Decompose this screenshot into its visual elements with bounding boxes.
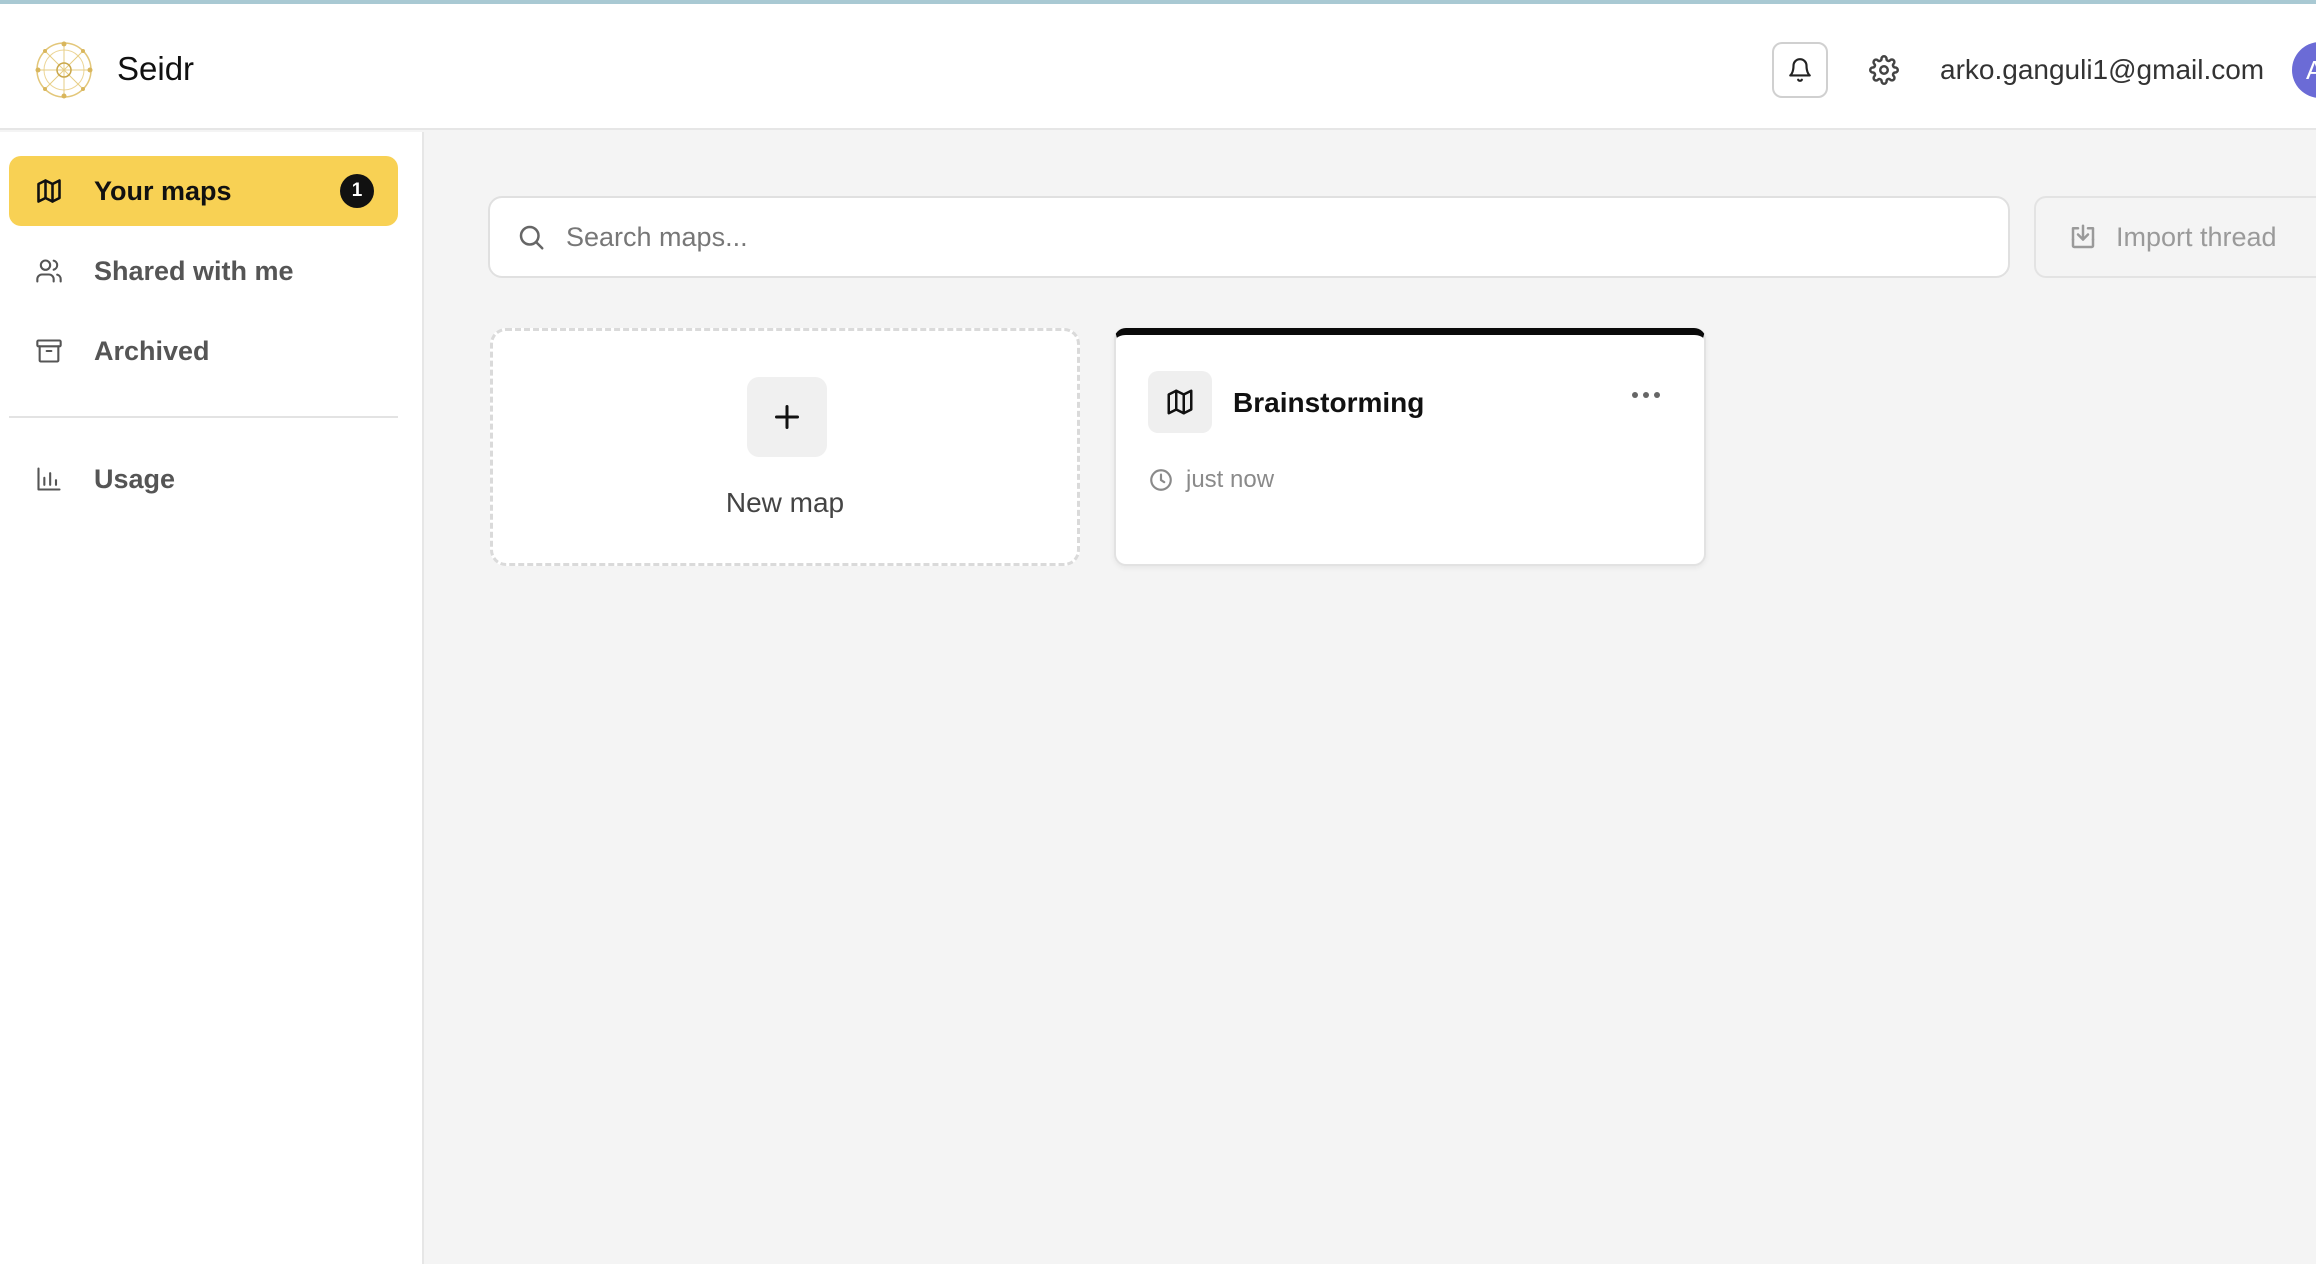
notifications-button[interactable] <box>1772 42 1828 98</box>
maps-count-badge: 1 <box>340 174 374 208</box>
import-thread-button[interactable]: Import thread <box>2034 196 2316 278</box>
sidebar-item-shared-with-me[interactable]: Shared with me <box>9 236 398 306</box>
map-card-brainstorming[interactable]: Brainstorming just now <box>1114 328 1706 566</box>
sidebar-divider <box>9 416 398 418</box>
sidebar-item-label: Shared with me <box>94 255 294 286</box>
sidebar-item-label: Your maps <box>94 175 232 206</box>
sidebar-item-label: Usage <box>94 463 176 494</box>
user-avatar[interactable]: A <box>2292 42 2316 98</box>
app-title: Seidr <box>117 50 195 87</box>
map-title: Brainstorming <box>1233 387 1425 418</box>
map-icon <box>33 175 65 207</box>
seidr-logo-icon[interactable] <box>32 38 96 102</box>
bell-icon <box>1789 58 1811 82</box>
more-horizontal-icon <box>1632 392 1660 398</box>
users-icon <box>33 255 65 287</box>
sidebar-item-label: Archived <box>94 335 210 366</box>
search-bar[interactable] <box>488 196 2010 278</box>
sidebar-item-archived[interactable]: Archived <box>9 316 398 386</box>
plus-icon <box>775 405 799 429</box>
search-input[interactable] <box>566 221 1966 253</box>
top-header: Seidr arko.ganguli1@gmail.com A <box>0 4 2316 130</box>
new-map-label: New map <box>725 487 845 518</box>
import-thread-label: Import thread <box>2116 221 2277 252</box>
map-updated-time: just now <box>1186 466 1275 493</box>
sidebar-item-your-maps[interactable]: Your maps 1 <box>9 156 398 226</box>
clock-icon <box>1150 469 1172 491</box>
bar-chart-icon <box>33 463 65 495</box>
sidebar-item-usage[interactable]: Usage <box>9 444 398 514</box>
archive-icon <box>33 335 65 367</box>
new-map-card[interactable]: New map <box>490 328 1080 566</box>
user-email[interactable]: arko.ganguli1@gmail.com <box>1940 54 2264 86</box>
map-icon <box>1148 371 1212 433</box>
new-map-button[interactable] <box>747 377 827 457</box>
settings-button[interactable] <box>1860 46 1908 94</box>
import-icon <box>2071 224 2095 249</box>
search-icon <box>519 225 544 250</box>
sidebar: Your maps 1 Shared with me Archived Usag… <box>0 132 424 1264</box>
gear-icon <box>1869 55 1899 85</box>
more-options-button[interactable] <box>1626 383 1666 407</box>
